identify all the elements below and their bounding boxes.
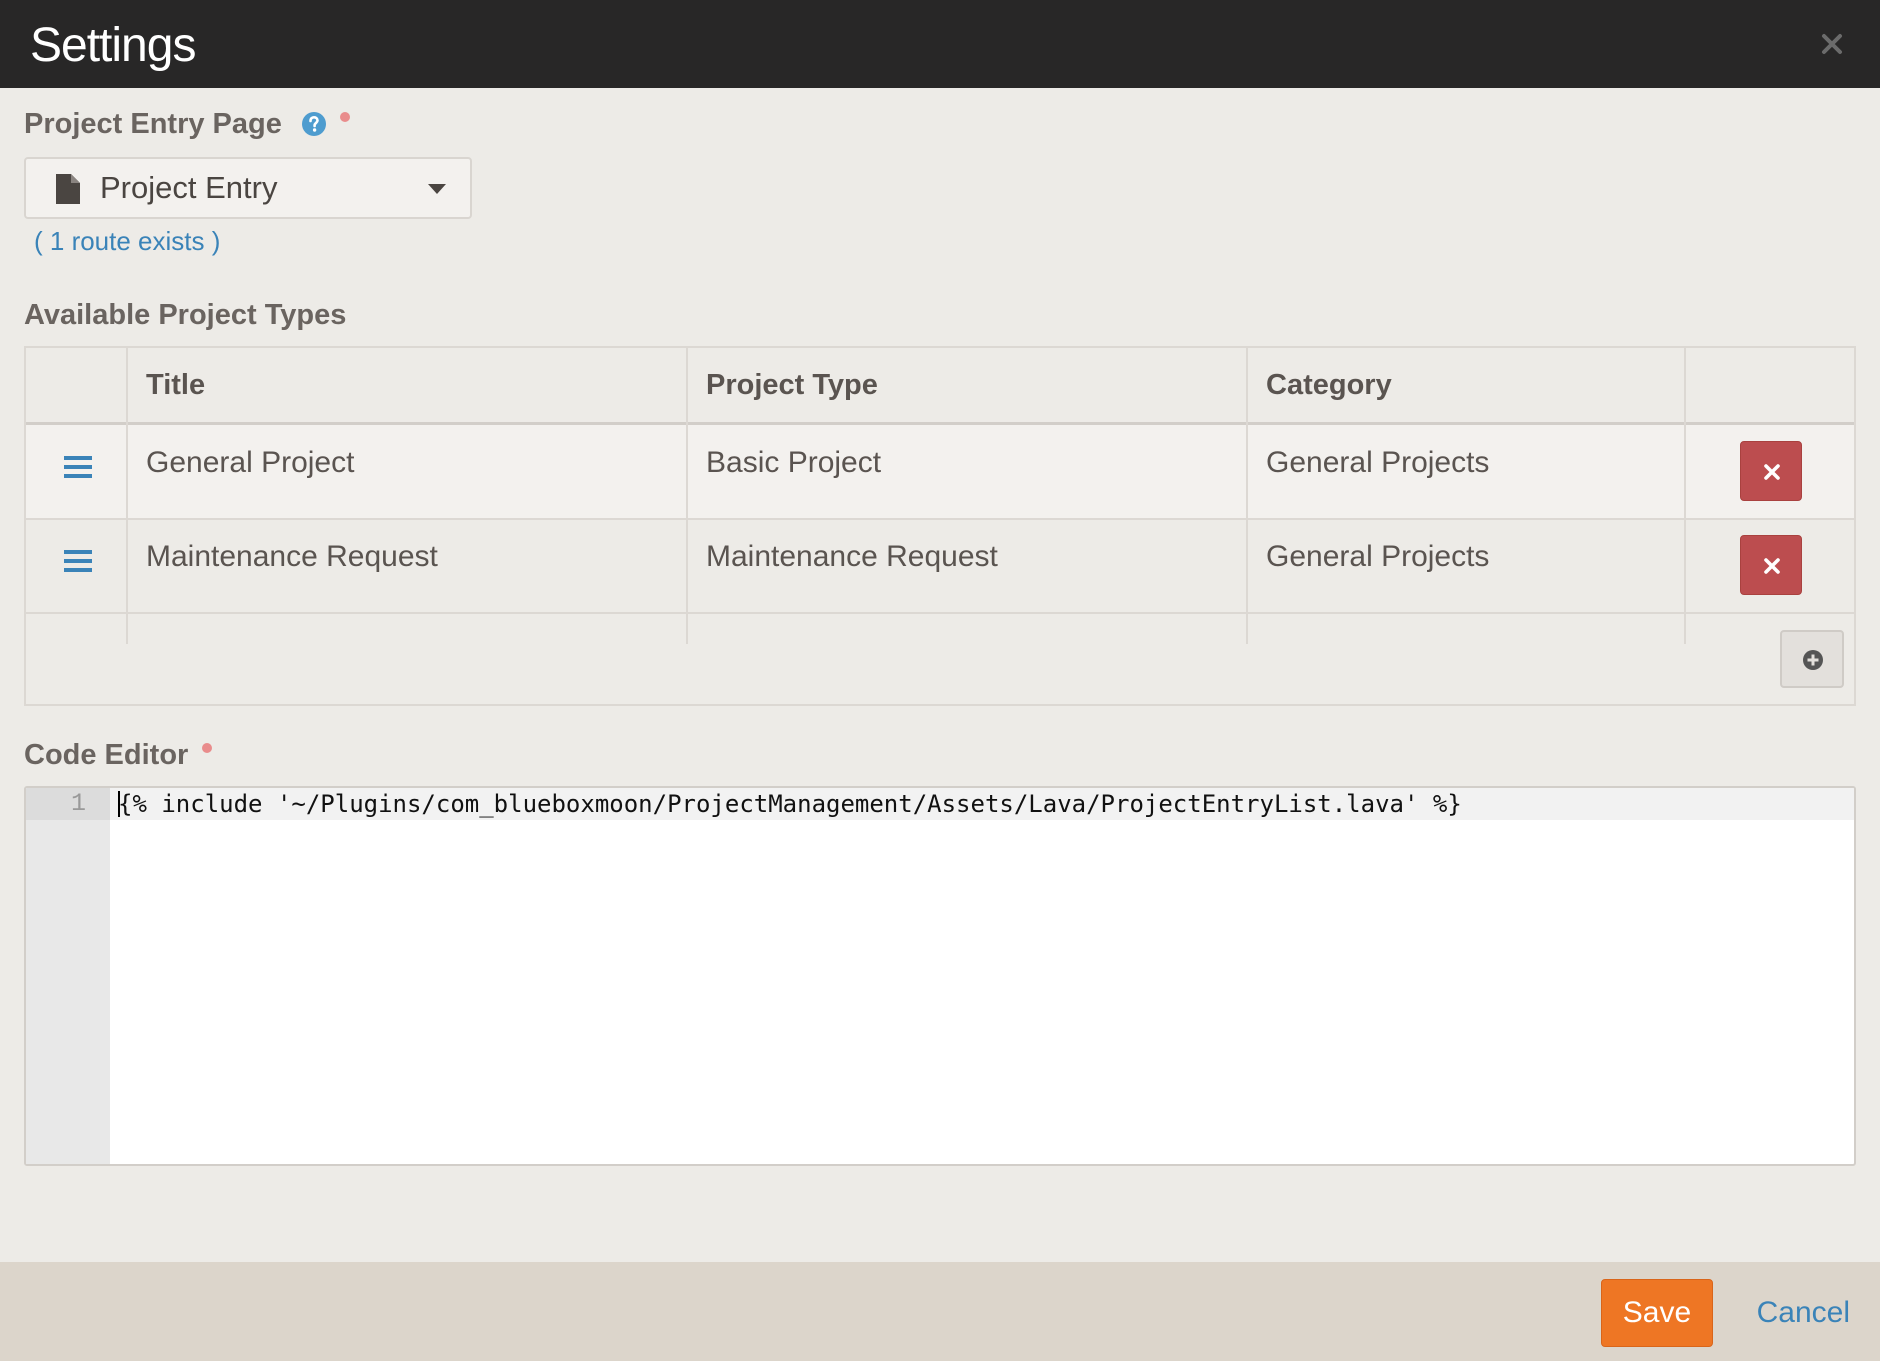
project-types-grid: Title Project Type Category General Proj… [24,346,1856,706]
grid-header-row [26,348,1854,422]
row-project-type: Basic Project [706,446,882,479]
row-title: General Project [146,446,355,479]
page-picker[interactable]: Project Entry [24,157,472,219]
line-number: 1 [70,789,86,818]
add-row-button[interactable] [1780,630,1844,688]
code-line: {% include '~/Plugins/com_blueboxmoon/Pr… [118,790,1462,818]
plus-circle-icon [1803,650,1823,670]
required-indicator [202,743,213,753]
delete-row-button[interactable] [1740,441,1802,501]
page-picker-value: Project Entry [100,170,278,205]
row-category: General Projects [1266,540,1490,573]
bars-icon[interactable] [64,550,92,572]
entry-page-label: Project Entry Page [24,108,282,140]
bars-icon[interactable] [64,456,92,478]
column-header-category: Category [1266,369,1392,401]
code-editor-label-group: Code Editor [24,739,213,772]
modal-footer: Save Cancel [0,1262,1880,1361]
row-project-type: Maintenance Request [706,540,998,573]
delete-row-button[interactable] [1740,535,1802,595]
column-header-project-type: Project Type [706,369,878,401]
times-icon [1764,558,1780,574]
question-circle-icon[interactable] [301,111,326,137]
required-indicator [340,112,350,122]
row-category: General Projects [1266,446,1490,479]
modal-header: Settings [0,0,1880,88]
file-icon [56,174,80,204]
text-cursor [118,791,120,817]
close-icon[interactable] [1814,26,1850,62]
chevron-down-icon [428,184,446,194]
save-button[interactable]: Save [1601,1279,1713,1347]
project-types-label: Available Project Types [24,299,347,331]
times-icon [1764,464,1780,480]
code-editor[interactable]: 1 {% include '~/Plugins/com_blueboxmoon/… [24,786,1856,1166]
modal-title: Settings [30,19,196,72]
column-header-title: Title [146,369,206,401]
route-info-link[interactable]: ( 1 route exists ) [34,226,220,257]
entry-page-label-group: Project Entry Page [24,108,350,141]
line-number-gutter: 1 [26,788,110,1164]
row-title: Maintenance Request [146,540,438,573]
cancel-button[interactable]: Cancel [1757,1279,1850,1347]
code-editor-label: Code Editor [24,739,189,771]
